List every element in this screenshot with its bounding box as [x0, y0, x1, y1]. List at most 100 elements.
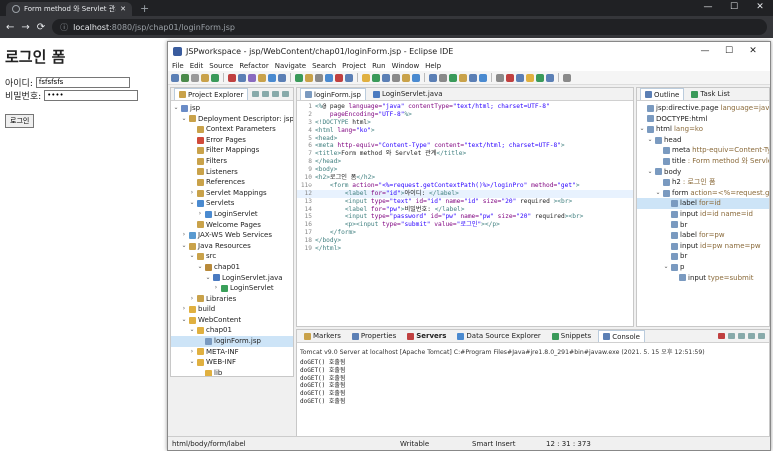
- toolbar-tool-icon[interactable]: [402, 73, 410, 82]
- tree-item[interactable]: loginForm.jsp: [171, 336, 293, 347]
- toolbar-tool-icon[interactable]: [238, 73, 246, 82]
- pw-input[interactable]: [44, 89, 139, 101]
- expand-icon[interactable]: ⌄: [181, 315, 187, 326]
- tree-item[interactable]: References: [171, 177, 293, 188]
- new-tab-button[interactable]: +: [140, 2, 149, 16]
- tree-item[interactable]: Context Parameters: [171, 124, 293, 135]
- tree-item[interactable]: ⌄ Servlets: [171, 198, 293, 209]
- tree-item[interactable]: ⌄ WEB-INF: [171, 357, 293, 368]
- outline-item[interactable]: input type=submit: [637, 273, 769, 284]
- outline-tab[interactable]: Outline: [640, 88, 685, 100]
- editor-tab[interactable]: LoginServlet.java: [369, 88, 447, 100]
- outline-item[interactable]: ⌄ body: [637, 167, 769, 178]
- collapse-icon[interactable]: ›: [189, 347, 195, 358]
- pin-console-icon[interactable]: [758, 333, 765, 339]
- outline-item[interactable]: DOCTYPE:html: [637, 114, 769, 125]
- expand-icon[interactable]: ⌄: [197, 262, 203, 273]
- expand-icon[interactable]: ⌄: [205, 273, 211, 284]
- outline-item[interactable]: ⌄ form action=<%=request.getConte: [637, 188, 769, 199]
- tree-item[interactable]: ⌄ src: [171, 251, 293, 262]
- tree-item[interactable]: Error Pages: [171, 135, 293, 146]
- scroll-lock-icon[interactable]: [748, 333, 755, 339]
- expand-icon[interactable]: ⌄: [647, 167, 653, 178]
- menu-item-search[interactable]: Search: [312, 62, 336, 70]
- collapse-icon[interactable]: ›: [181, 230, 187, 241]
- url-field[interactable]: ⓘ localhost:8080/jsp/chap01/loginForm.js…: [52, 19, 767, 35]
- outline-item[interactable]: input id=pw name=pw: [637, 241, 769, 252]
- menu-item-refactor[interactable]: Refactor: [239, 62, 268, 70]
- tree-item[interactable]: ⌄ Java Resources: [171, 241, 293, 252]
- toolbar-tool-icon[interactable]: [248, 73, 256, 82]
- toolbar-tool-icon[interactable]: [305, 73, 313, 82]
- menu-item-navigate[interactable]: Navigate: [275, 62, 306, 70]
- menu-item-file[interactable]: File: [172, 62, 184, 70]
- maximize-button[interactable]: ☐: [721, 0, 747, 14]
- collapse-icon[interactable]: ›: [213, 283, 219, 294]
- outline-item[interactable]: label for=id: [637, 198, 769, 209]
- outline-item[interactable]: ⌄ html lang=ko: [637, 124, 769, 135]
- id-input[interactable]: [35, 76, 130, 88]
- tree-item[interactable]: ⌄ WebContent: [171, 315, 293, 326]
- toolbar-tool-icon[interactable]: [563, 73, 571, 82]
- tree-item[interactable]: ⌄ chap01: [171, 262, 293, 273]
- tree-item[interactable]: › build: [171, 304, 293, 315]
- ide-maximize-button[interactable]: ☐: [717, 46, 741, 56]
- collapse-icon[interactable]: ›: [197, 209, 203, 220]
- toolbar-tool-icon[interactable]: [181, 73, 189, 82]
- tree-item[interactable]: › Servlet Mappings: [171, 188, 293, 199]
- tree-item[interactable]: › Libraries: [171, 294, 293, 305]
- toolbar-tool-icon[interactable]: [429, 73, 437, 82]
- menu-item-project[interactable]: Project: [342, 62, 366, 70]
- outline-item[interactable]: br: [637, 220, 769, 231]
- collapse-all-icon[interactable]: [252, 91, 259, 97]
- toolbar-tool-icon[interactable]: [171, 73, 179, 82]
- toolbar-tool-icon[interactable]: [372, 73, 380, 82]
- menu-item-help[interactable]: Help: [425, 62, 441, 70]
- toolbar-tool-icon[interactable]: [392, 73, 400, 82]
- expand-icon[interactable]: ⌄: [173, 103, 179, 114]
- tab-project-explorer[interactable]: Project Explorer: [174, 88, 249, 100]
- toolbar-tool-icon[interactable]: [335, 73, 343, 82]
- menu-item-window[interactable]: Window: [392, 62, 420, 70]
- tree-item[interactable]: › LoginServlet: [171, 283, 293, 294]
- editor-tab[interactable]: loginForm.jsp: [300, 88, 366, 100]
- toolbar-tool-icon[interactable]: [268, 73, 276, 82]
- ide-close-button[interactable]: ✕: [741, 46, 765, 56]
- close-window-button[interactable]: ✕: [747, 0, 773, 14]
- toolbar-tool-icon[interactable]: [546, 73, 554, 82]
- outline-item[interactable]: br: [637, 251, 769, 262]
- toolbar-tool-icon[interactable]: [201, 73, 209, 82]
- toolbar-tool-icon[interactable]: [412, 73, 420, 82]
- outline-tab[interactable]: Task List: [687, 88, 734, 100]
- toolbar-tool-icon[interactable]: [325, 73, 333, 82]
- expand-icon[interactable]: ⌄: [189, 251, 195, 262]
- tree-item[interactable]: ⌄ chap01: [171, 325, 293, 336]
- login-submit-button[interactable]: 로그인: [5, 114, 35, 128]
- toolbar-tool-icon[interactable]: [459, 73, 467, 82]
- code-editor[interactable]: 1 <%@ page language="java" contentType="t…: [297, 101, 633, 253]
- outline-item[interactable]: meta http-equiv=Content-Type: [637, 145, 769, 156]
- toolbar-tool-icon[interactable]: [506, 73, 514, 82]
- outline-item[interactable]: ⌄ head: [637, 135, 769, 146]
- bottom-tab[interactable]: Properties: [348, 330, 400, 342]
- tree-item[interactable]: Filter Mappings: [171, 145, 293, 156]
- filter-icon[interactable]: [272, 91, 279, 97]
- menu-item-run[interactable]: Run: [372, 62, 385, 70]
- outline-item[interactable]: ⌄ p: [637, 262, 769, 273]
- back-arrow-icon[interactable]: ←: [6, 22, 14, 33]
- toolbar-tool-icon[interactable]: [211, 73, 219, 82]
- tree-item[interactable]: ⌄ LoginServlet.java: [171, 273, 293, 284]
- expand-icon[interactable]: ⌄: [647, 135, 653, 146]
- tree-item[interactable]: ⌄ Deployment Descriptor: jsp: [171, 114, 293, 125]
- toolbar-tool-icon[interactable]: [228, 73, 236, 82]
- toolbar-tool-icon[interactable]: [479, 73, 487, 82]
- toolbar-tool-icon[interactable]: [345, 73, 353, 82]
- tree-item[interactable]: › JAX-WS Web Services: [171, 230, 293, 241]
- toolbar-tool-icon[interactable]: [295, 73, 303, 82]
- toolbar-tool-icon[interactable]: [449, 73, 457, 82]
- toolbar-tool-icon[interactable]: [315, 73, 323, 82]
- bottom-tab[interactable]: Console: [598, 330, 645, 342]
- expand-icon[interactable]: ⌄: [189, 357, 195, 368]
- toolbar-tool-icon[interactable]: [469, 73, 477, 82]
- toolbar-tool-icon[interactable]: [278, 73, 286, 82]
